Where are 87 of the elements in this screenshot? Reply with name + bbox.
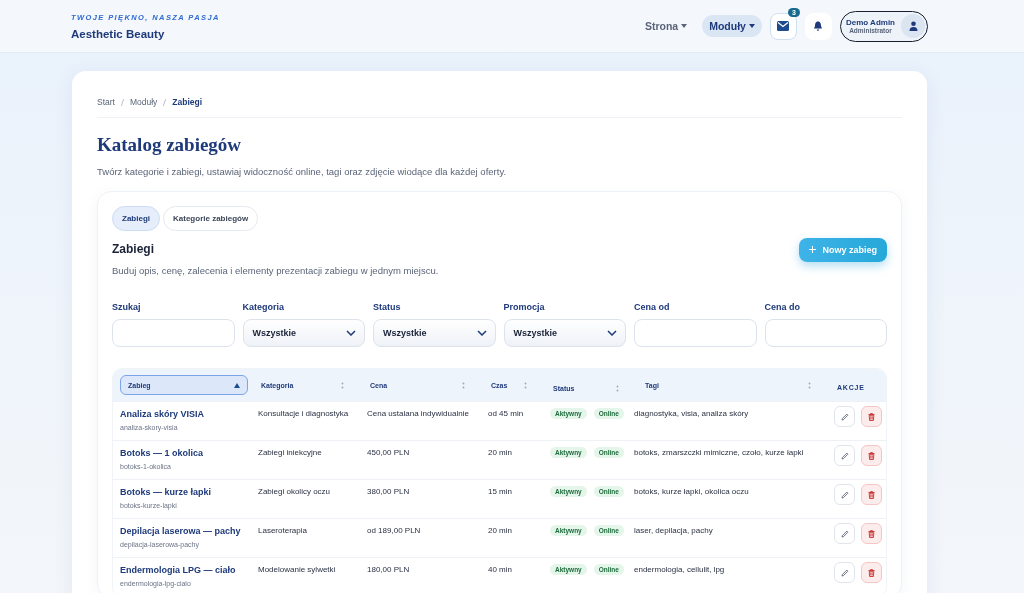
sort-icon bbox=[524, 381, 527, 389]
breadcrumb-link[interactable]: Zabiegi bbox=[172, 97, 203, 107]
table-cell: Konsultacje i diagnostyka bbox=[258, 409, 349, 418]
table-cell: endermologia, cellulit, lpg bbox=[634, 565, 725, 574]
chevron-down-icon bbox=[346, 330, 356, 336]
sort-icon bbox=[462, 381, 465, 389]
sort-ascending-icon bbox=[234, 382, 240, 388]
trash-icon bbox=[868, 529, 875, 538]
slash-icon bbox=[163, 98, 167, 106]
delete-button[interactable] bbox=[861, 484, 882, 505]
page-description: Twórz kategorie i zabiegi, ustawiaj widoczność online, tagi oraz zdjęcie wiodące dla każdej oferty. bbox=[97, 166, 508, 177]
pencil-icon bbox=[840, 568, 849, 577]
edit-button[interactable] bbox=[834, 406, 855, 427]
tab[interactable]: Zabiegi bbox=[112, 206, 160, 231]
delete-button[interactable] bbox=[861, 523, 882, 544]
treatment-name[interactable]: Depilacja laserowa — pachy bbox=[120, 526, 248, 536]
sort-icon bbox=[808, 381, 811, 389]
delete-button[interactable] bbox=[861, 562, 882, 583]
nav-menu[interactable]: Strona bbox=[637, 15, 695, 37]
tab[interactable]: Kategorie zabiegów bbox=[163, 206, 259, 231]
filter-label: Szukaj bbox=[112, 302, 142, 312]
table-cell: Modelowanie sylwetki bbox=[258, 565, 336, 574]
chevron-down-icon bbox=[607, 330, 617, 336]
treatment-name[interactable]: Analiza skóry VISIA bbox=[120, 409, 248, 419]
table-cell: 180,00 PLN bbox=[367, 565, 410, 574]
brand-name[interactable]: Aesthetic Beauty bbox=[71, 27, 220, 40]
caret-icon bbox=[681, 24, 688, 28]
filter-dropdown[interactable]: Wszystkie bbox=[373, 319, 496, 347]
table-cell: 380,00 PLN bbox=[367, 487, 410, 496]
table-cell: 450,00 PLN bbox=[367, 448, 410, 457]
table-cell: botoks, zmarszczki mimiczne, czoło, kurze łapki bbox=[634, 448, 804, 457]
bell-icon bbox=[813, 20, 824, 32]
treatment-name[interactable]: Botoks — 1 okolica bbox=[120, 448, 248, 458]
pencil-icon bbox=[840, 451, 849, 460]
filter-input[interactable] bbox=[764, 319, 887, 347]
filter-dropdown[interactable]: Wszystkie bbox=[242, 319, 365, 347]
filter-input[interactable] bbox=[634, 319, 757, 347]
filter-label: Status bbox=[373, 302, 402, 312]
caret-icon bbox=[748, 24, 755, 28]
table-cell: laser, depilacja, pachy bbox=[634, 526, 713, 535]
chevron-down-icon bbox=[476, 330, 487, 336]
treatment-name[interactable]: Endermologia LPG — ciało bbox=[120, 565, 248, 575]
table-cell: botoks, kurze łapki, okolica oczu bbox=[634, 487, 749, 496]
table-cell: 20 min bbox=[488, 448, 512, 457]
page-title: Katalog zabiegów bbox=[97, 134, 243, 156]
delete-button[interactable] bbox=[861, 406, 882, 427]
table-cell: diagnostyka, visia, analiza skóry bbox=[634, 409, 749, 418]
pencil-icon bbox=[840, 490, 849, 499]
table-cell: od 45 min bbox=[488, 409, 524, 418]
trash-icon bbox=[868, 451, 875, 460]
edit-button[interactable] bbox=[834, 562, 855, 583]
table-cell: 15 min bbox=[488, 487, 512, 496]
table-cell: Zabiegi iniekcyjne bbox=[258, 448, 322, 457]
table-cell: Laseroterapia bbox=[258, 526, 307, 535]
treatment-name[interactable]: Botoks — kurze łapki bbox=[120, 487, 248, 497]
filter-input[interactable] bbox=[112, 319, 235, 347]
filter-label: Cena do bbox=[764, 302, 801, 312]
edit-button[interactable] bbox=[834, 445, 855, 466]
user-icon bbox=[908, 21, 918, 31]
breadcrumb-link[interactable]: Start bbox=[97, 97, 115, 107]
pencil-icon bbox=[840, 412, 849, 421]
section-description: Buduj opis, cenę, zalecenia i elementy prezentacji zabiegu w jednym miejscu. bbox=[112, 265, 439, 276]
filter-dropdown[interactable]: Wszystkie bbox=[503, 319, 626, 347]
delete-button[interactable] bbox=[861, 445, 882, 466]
nav-menu[interactable]: Moduły bbox=[702, 15, 762, 37]
plus-icon bbox=[809, 246, 817, 253]
pencil-icon bbox=[840, 529, 849, 538]
edit-button[interactable] bbox=[834, 523, 855, 544]
filter-label: Cena od bbox=[634, 302, 671, 312]
envelope-icon bbox=[777, 21, 790, 31]
breadcrumb-link[interactable]: Moduły bbox=[129, 97, 158, 107]
sort-icon bbox=[616, 384, 619, 392]
section-title: Zabiegi bbox=[112, 242, 155, 256]
table-cell: 40 min bbox=[488, 565, 512, 574]
filter-label: Promocja bbox=[503, 302, 546, 312]
sort-icon bbox=[341, 381, 344, 389]
trash-icon bbox=[868, 412, 875, 421]
filter-label: Kategoria bbox=[242, 302, 285, 312]
slash-icon bbox=[120, 98, 124, 106]
trash-icon bbox=[868, 490, 875, 499]
table-cell: Zabiegi okolicy oczu bbox=[258, 487, 331, 496]
table-cell: 20 min bbox=[488, 526, 512, 535]
table-cell: od 189,00 PLN bbox=[367, 526, 421, 535]
edit-button[interactable] bbox=[834, 484, 855, 505]
trash-icon bbox=[868, 568, 875, 577]
table-cell: Cena ustalana indywidualnie bbox=[367, 409, 469, 418]
notifications-button[interactable] bbox=[804, 12, 832, 40]
